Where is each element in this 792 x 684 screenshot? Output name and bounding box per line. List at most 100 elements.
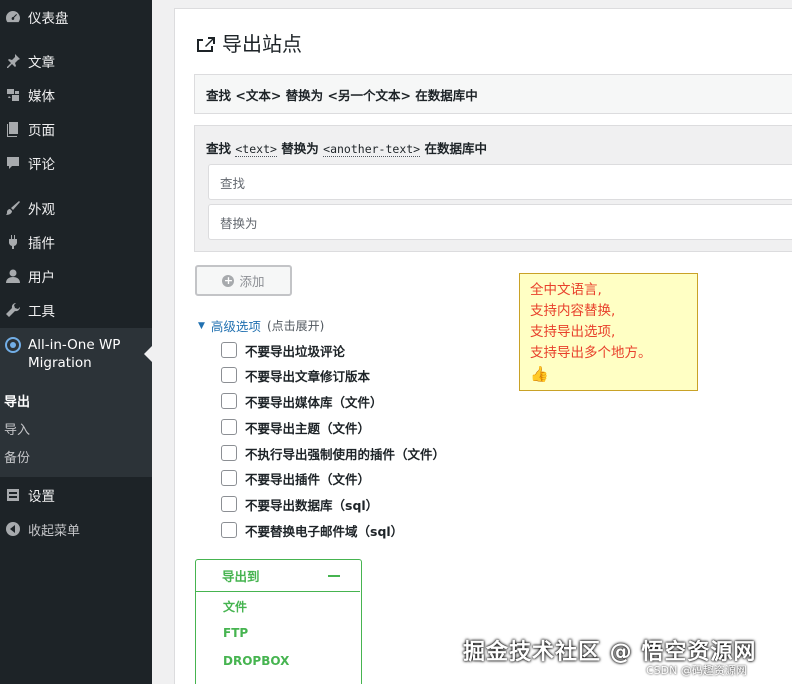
sidebar-item-users[interactable]: 用户 xyxy=(0,261,152,291)
sidebar-item-media[interactable]: 媒体 xyxy=(0,80,152,110)
option-label: 不要替换电子邮件域（sql） xyxy=(245,523,404,539)
checkbox[interactable] xyxy=(221,522,237,538)
option-no-database[interactable]: 不要导出数据库（sql） xyxy=(221,495,378,513)
option-no-spam-comments[interactable]: 不要导出垃圾评论 xyxy=(221,341,345,359)
page-icon xyxy=(4,120,22,138)
pin-icon xyxy=(4,52,22,70)
checkbox[interactable] xyxy=(221,393,237,409)
sidebar-item-tools[interactable]: 工具 xyxy=(0,295,152,325)
sidebar-item-appearance[interactable]: 外观 xyxy=(0,193,152,223)
sidebar-item-comments[interactable]: 评论 xyxy=(0,148,152,178)
settings-icon xyxy=(4,486,22,504)
export-option-file[interactable]: 文件 xyxy=(223,598,247,615)
sidebar-item-label: 媒体 xyxy=(28,89,55,105)
option-label: 不要导出插件（文件） xyxy=(245,471,371,487)
find-replace-title: 查找 <text> 替换为 <another-text> 在数据库中 xyxy=(206,138,487,157)
submenu-backups[interactable]: 备份 xyxy=(4,447,30,466)
option-no-themes[interactable]: 不要导出主题（文件） xyxy=(221,418,370,436)
option-label: 不执行导出强制使用的插件（文件） xyxy=(245,446,446,462)
checkbox[interactable] xyxy=(221,419,237,435)
replace-label: 替换为 xyxy=(281,141,319,156)
plugin-icon xyxy=(4,233,22,251)
replace-box-title: 查找 <文本> 替换为 <另一个文本> 在数据库中 xyxy=(206,87,478,103)
sidebar-item-all-in-one-wp-migration[interactable]: All-in-One WP Migration xyxy=(0,328,152,379)
export-option-dropbox[interactable]: DROPBOX xyxy=(223,654,289,668)
find-replace-form: 查找 <text> 替换为 <another-text> 在数据库中 查找 替换… xyxy=(194,125,792,252)
plugin-name-line2: Migration xyxy=(28,355,92,371)
submenu-import[interactable]: 导入 xyxy=(4,419,30,438)
find-label: 查找 xyxy=(206,141,232,156)
add-button-label: 添加 xyxy=(239,274,265,289)
find-placeholder: 查找 xyxy=(220,175,246,191)
migration-logo-icon xyxy=(4,336,22,354)
note-line: 支持内容替换, xyxy=(530,303,616,319)
add-button[interactable]: + 添加 xyxy=(195,265,292,296)
sidebar-item-label: 插件 xyxy=(28,236,55,252)
admin-sidebar: 仪表盘 文章 媒体 页面 评论 外观 插件 用户 工具 All-in-One W… xyxy=(0,0,152,684)
sidebar-item-label: 文章 xyxy=(28,55,55,71)
find-input[interactable]: 查找 xyxy=(208,164,792,200)
plus-circle-icon: + xyxy=(222,273,235,287)
export-icon xyxy=(194,32,216,54)
option-no-email-replace[interactable]: 不要替换电子邮件域（sql） xyxy=(221,521,403,539)
sidebar-item-label: All-in-One WP Migration xyxy=(28,336,120,372)
advanced-options-label: 高级选项 xyxy=(210,319,261,334)
checkbox[interactable] xyxy=(221,445,237,461)
export-to-label: 导出到 xyxy=(222,569,260,584)
replace-box-header[interactable]: 查找 <文本> 替换为 <另一个文本> 在数据库中 xyxy=(194,74,792,114)
annotation-note: 全中文语言, 支持内容替换, 支持导出选项, 支持导出多个地方。 👍 xyxy=(519,273,698,391)
export-to-button[interactable]: 导出到 xyxy=(196,560,360,592)
sidebar-item-pages[interactable]: 页面 xyxy=(0,114,152,144)
comment-icon xyxy=(4,154,22,172)
advanced-options-toggle[interactable]: ▼ 高级选项 (点击展开) xyxy=(198,316,324,335)
dashboard-icon xyxy=(4,8,22,26)
advanced-options-hint: (点击展开) xyxy=(266,319,325,333)
page-title-text: 导出站点 xyxy=(222,32,302,56)
option-no-media-library[interactable]: 不要导出媒体库（文件） xyxy=(221,392,383,410)
option-label: 不要导出媒体库（文件） xyxy=(245,394,383,410)
option-no-must-use-plugins[interactable]: 不执行导出强制使用的插件（文件） xyxy=(221,444,445,462)
wrench-icon xyxy=(4,301,22,319)
collapse-menu-button[interactable]: 收起菜单 xyxy=(0,514,152,544)
page-title: 导出站点 xyxy=(194,28,302,57)
plugin-submenu: 导出 导入 备份 xyxy=(0,379,152,477)
sidebar-item-posts[interactable]: 文章 xyxy=(0,46,152,76)
sidebar-item-label: 工具 xyxy=(28,304,55,320)
checkbox[interactable] xyxy=(221,470,237,486)
thumbs-up-icon: 👍 xyxy=(530,365,549,383)
option-no-post-revisions[interactable]: 不要导出文章修订版本 xyxy=(221,366,370,384)
submenu-export[interactable]: 导出 xyxy=(4,391,30,410)
sidebar-item-label: 页面 xyxy=(28,123,55,139)
sidebar-item-settings[interactable]: 设置 xyxy=(0,480,152,510)
brush-icon xyxy=(4,199,22,217)
checkbox[interactable] xyxy=(221,496,237,512)
note-line: 全中文语言, xyxy=(530,282,602,298)
text-code: <text> xyxy=(235,142,277,157)
sidebar-item-label: 用户 xyxy=(28,270,55,286)
collapse-label: 收起菜单 xyxy=(28,523,81,539)
another-text-code: <another-text> xyxy=(323,142,421,157)
media-icon xyxy=(4,86,22,104)
checkbox[interactable] xyxy=(221,342,237,358)
minus-icon xyxy=(328,574,340,577)
option-label: 不要导出主题（文件） xyxy=(245,420,371,436)
option-label: 不要导出文章修订版本 xyxy=(245,368,371,384)
sidebar-item-label: 仪表盘 xyxy=(28,11,69,27)
sidebar-item-dashboard[interactable]: 仪表盘 xyxy=(0,2,152,32)
sidebar-item-label: 设置 xyxy=(28,489,55,505)
export-option-ftp[interactable]: FTP xyxy=(223,626,248,640)
collapse-icon xyxy=(4,520,22,538)
note-line: 支持导出多个地方。 xyxy=(530,345,652,361)
sidebar-item-label: 外观 xyxy=(28,202,55,218)
replace-placeholder: 替换为 xyxy=(220,215,258,231)
plugin-name-line1: All-in-One WP xyxy=(28,337,121,353)
replace-input[interactable]: 替换为 xyxy=(208,204,792,240)
sidebar-item-label: 评论 xyxy=(28,157,55,173)
in-database-label: 在数据库中 xyxy=(424,141,487,156)
sidebar-item-plugins[interactable]: 插件 xyxy=(0,227,152,257)
checkbox[interactable] xyxy=(221,367,237,383)
option-no-plugins[interactable]: 不要导出插件（文件） xyxy=(221,469,370,487)
active-menu-notch xyxy=(144,346,152,362)
caret-down-icon: ▼ xyxy=(198,320,205,331)
option-label: 不要导出数据库（sql） xyxy=(245,497,379,513)
